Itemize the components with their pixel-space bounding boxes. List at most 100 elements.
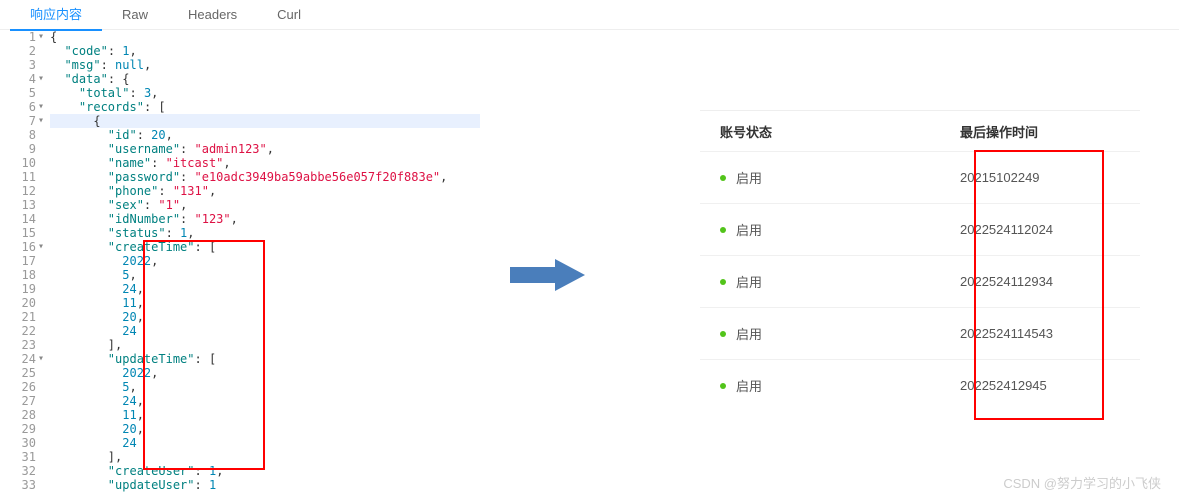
code-line[interactable]: "updateUser": 1 [50, 478, 480, 492]
status-dot-icon [720, 279, 726, 285]
code-line[interactable]: ], [50, 338, 480, 352]
code-line[interactable]: "createTime": [ [50, 240, 480, 254]
line-number: 23 [0, 338, 36, 352]
line-number: 26 [0, 380, 36, 394]
code-line[interactable]: "name": "itcast", [50, 156, 480, 170]
table-row: 启用 20215102249 [700, 151, 1140, 203]
line-number: 27 [0, 394, 36, 408]
status-text: 启用 [736, 324, 762, 343]
tab-headers[interactable]: Headers [168, 1, 257, 28]
line-number: 18 [0, 268, 36, 282]
code-line[interactable]: { [50, 114, 480, 128]
code-line[interactable]: "code": 1, [50, 44, 480, 58]
code-line[interactable]: "total": 3, [50, 86, 480, 100]
code-line[interactable]: "data": { [50, 72, 480, 86]
code-line[interactable]: 20, [50, 310, 480, 324]
table-header: 账号状态 最后操作时间 [700, 111, 1140, 151]
cell-time: 20215102249 [960, 170, 1140, 185]
code-line[interactable]: ], [50, 450, 480, 464]
code-line[interactable]: "id": 20, [50, 128, 480, 142]
fold-icon[interactable]: ▾ [38, 100, 44, 114]
code-line[interactable]: "password": "e10adc3949ba59abbe56e057f20… [50, 170, 480, 184]
line-number: 24▾ [0, 352, 36, 366]
status-text: 启用 [736, 272, 762, 291]
cell-status: 启用 [700, 168, 960, 187]
status-dot-icon [720, 175, 726, 181]
code-line[interactable]: "records": [ [50, 100, 480, 114]
json-editor[interactable]: 1▾234▾56▾7▾8910111213141516▾171819202122… [0, 30, 480, 492]
line-number: 10 [0, 156, 36, 170]
code-line[interactable]: { [50, 30, 480, 44]
cell-status: 启用 [700, 376, 960, 395]
cell-time: 2022524112024 [960, 222, 1140, 237]
code-line[interactable]: "phone": "131", [50, 184, 480, 198]
code-line[interactable]: "updateTime": [ [50, 352, 480, 366]
fold-icon[interactable]: ▾ [38, 72, 44, 86]
line-number: 31 [0, 450, 36, 464]
line-number: 20 [0, 296, 36, 310]
fold-icon[interactable]: ▾ [38, 114, 44, 128]
line-number: 32 [0, 464, 36, 478]
tab-curl[interactable]: Curl [257, 1, 321, 28]
status-dot-icon [720, 331, 726, 337]
code-line[interactable]: 5, [50, 380, 480, 394]
code-line[interactable]: 5, [50, 268, 480, 282]
cell-time: 2022524114543 [960, 326, 1140, 341]
line-number: 6▾ [0, 100, 36, 114]
cell-time: 2022524112934 [960, 274, 1140, 289]
line-number: 9 [0, 142, 36, 156]
line-number: 1▾ [0, 30, 36, 44]
line-number: 11 [0, 170, 36, 184]
code-line[interactable]: "username": "admin123", [50, 142, 480, 156]
table-row: 启用 2022524112024 [700, 203, 1140, 255]
line-number: 22 [0, 324, 36, 338]
code-line[interactable]: 24, [50, 282, 480, 296]
line-number: 25 [0, 366, 36, 380]
line-number: 12 [0, 184, 36, 198]
line-number: 4▾ [0, 72, 36, 86]
code-line[interactable]: 11, [50, 408, 480, 422]
tab-raw[interactable]: Raw [102, 1, 168, 28]
table-row: 启用202252412945 [700, 359, 1140, 411]
code-line[interactable]: 24 [50, 436, 480, 450]
code-line[interactable]: 2022, [50, 366, 480, 380]
header-time: 最后操作时间 [960, 122, 1140, 141]
status-text: 启用 [736, 220, 762, 239]
line-number: 5 [0, 86, 36, 100]
status-dot-icon [720, 383, 726, 389]
tab-response[interactable]: 响应内容 [10, 0, 102, 31]
arrow-icon [510, 255, 590, 298]
line-number: 16▾ [0, 240, 36, 254]
code-line[interactable]: "msg": null, [50, 58, 480, 72]
code-line[interactable]: "sex": "1", [50, 198, 480, 212]
header-status: 账号状态 [700, 122, 960, 141]
code-line[interactable]: "idNumber": "123", [50, 212, 480, 226]
watermark: CSDN @努力学习的小飞侠 [1003, 473, 1161, 492]
fold-icon[interactable]: ▾ [38, 240, 44, 254]
code-line[interactable]: 24, [50, 394, 480, 408]
status-dot-icon [720, 227, 726, 233]
line-number: 17 [0, 254, 36, 268]
code-line[interactable]: 11, [50, 296, 480, 310]
code-line[interactable]: 24 [50, 324, 480, 338]
line-number: 29 [0, 422, 36, 436]
line-number: 2 [0, 44, 36, 58]
cell-status: 启用 [700, 272, 960, 291]
line-number: 14 [0, 212, 36, 226]
status-text: 启用 [736, 376, 762, 395]
line-number: 21 [0, 310, 36, 324]
code-line[interactable]: 20, [50, 422, 480, 436]
line-number: 3 [0, 58, 36, 72]
tabs-bar: 响应内容 Raw Headers Curl [0, 0, 1179, 30]
line-number: 30 [0, 436, 36, 450]
status-text: 启用 [736, 168, 762, 187]
line-number: 19 [0, 282, 36, 296]
code-line[interactable]: "createUser": 1, [50, 464, 480, 478]
line-number: 33 [0, 478, 36, 492]
line-number: 8 [0, 128, 36, 142]
fold-icon[interactable]: ▾ [38, 352, 44, 366]
code-line[interactable]: 2022, [50, 254, 480, 268]
code-line[interactable]: "status": 1, [50, 226, 480, 240]
fold-icon[interactable]: ▾ [38, 30, 44, 44]
line-number: 28 [0, 408, 36, 422]
